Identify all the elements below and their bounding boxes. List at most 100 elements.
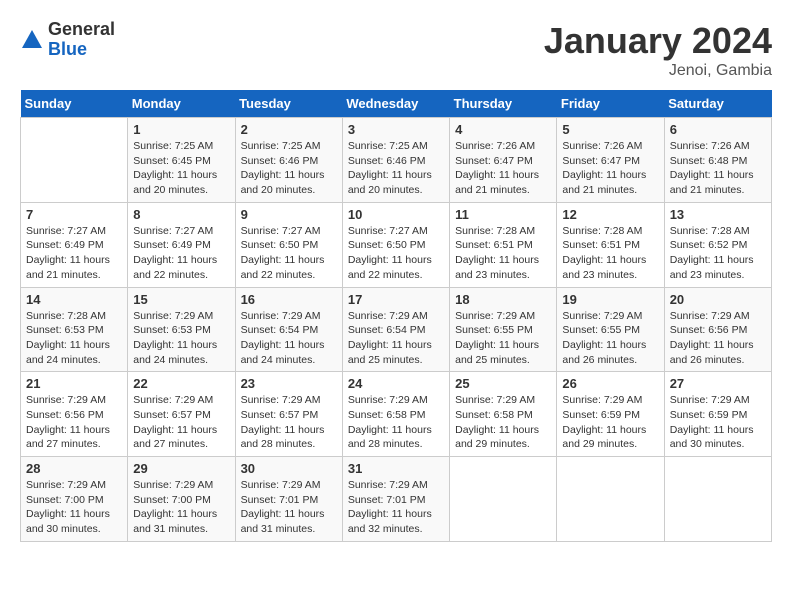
day-info: Sunrise: 7:29 AM Sunset: 6:54 PM Dayligh… [241,309,337,368]
day-info: Sunrise: 7:27 AM Sunset: 6:50 PM Dayligh… [348,224,444,283]
day-number: 14 [26,292,122,307]
logo-general: General [48,20,115,40]
day-info: Sunrise: 7:29 AM Sunset: 6:53 PM Dayligh… [133,309,229,368]
day-info: Sunrise: 7:27 AM Sunset: 6:50 PM Dayligh… [241,224,337,283]
calendar-cell: 26 Sunrise: 7:29 AM Sunset: 6:59 PM Dayli… [557,372,664,457]
day-number: 17 [348,292,444,307]
day-info: Sunrise: 7:28 AM Sunset: 6:51 PM Dayligh… [455,224,551,283]
calendar-cell [450,457,557,542]
day-number: 5 [562,122,658,137]
calendar-cell: 1 Sunrise: 7:25 AM Sunset: 6:45 PM Daylig… [128,118,235,203]
day-number: 19 [562,292,658,307]
day-number: 7 [26,207,122,222]
calendar-cell: 16 Sunrise: 7:29 AM Sunset: 6:54 PM Dayli… [235,287,342,372]
day-info: Sunrise: 7:28 AM Sunset: 6:51 PM Dayligh… [562,224,658,283]
day-number: 16 [241,292,337,307]
day-number: 1 [133,122,229,137]
day-number: 4 [455,122,551,137]
calendar-cell: 5Sunrise: 7:26 AM Sunset: 6:47 PM Daylig… [557,118,664,203]
day-number: 2 [241,122,337,137]
calendar-week-row: 28 Sunrise: 7:29 AM Sunset: 7:00 PM Dayli… [21,457,772,542]
calendar-cell: 13 Sunrise: 7:28 AM Sunset: 6:52 PM Dayli… [664,202,771,287]
weekday-header-saturday: Saturday [664,90,771,118]
day-number: 25 [455,376,551,391]
calendar-cell: 29Sunrise: 7:29 AM Sunset: 7:00 PM Dayli… [128,457,235,542]
calendar-week-row: 14Sunrise: 7:28 AM Sunset: 6:53 PM Dayli… [21,287,772,372]
day-number: 13 [670,207,766,222]
day-info: Sunrise: 7:25 AM Sunset: 6:45 PM Dayligh… [133,139,229,198]
calendar-cell: 17Sunrise: 7:29 AM Sunset: 6:54 PM Dayli… [342,287,449,372]
calendar-cell: 9 Sunrise: 7:27 AM Sunset: 6:50 PM Daylig… [235,202,342,287]
weekday-header-thursday: Thursday [450,90,557,118]
calendar-cell [557,457,664,542]
day-info: Sunrise: 7:29 AM Sunset: 6:58 PM Dayligh… [455,393,551,452]
day-number: 20 [670,292,766,307]
calendar-cell: 14Sunrise: 7:28 AM Sunset: 6:53 PM Dayli… [21,287,128,372]
calendar-cell: 22 Sunrise: 7:29 AM Sunset: 6:57 PM Dayli… [128,372,235,457]
day-number: 29 [133,461,229,476]
day-number: 30 [241,461,337,476]
calendar-cell: 31 Sunrise: 7:29 AM Sunset: 7:01 PM Dayli… [342,457,449,542]
day-info: Sunrise: 7:26 AM Sunset: 6:48 PM Dayligh… [670,139,766,198]
calendar-cell: 8 Sunrise: 7:27 AM Sunset: 6:49 PM Daylig… [128,202,235,287]
day-info: Sunrise: 7:29 AM Sunset: 7:00 PM Dayligh… [26,478,122,537]
day-info: Sunrise: 7:29 AM Sunset: 6:57 PM Dayligh… [133,393,229,452]
day-number: 26 [562,376,658,391]
day-info: Sunrise: 7:27 AM Sunset: 6:49 PM Dayligh… [133,224,229,283]
day-info: Sunrise: 7:25 AM Sunset: 6:46 PM Dayligh… [241,139,337,198]
day-number: 28 [26,461,122,476]
calendar-cell: 10 Sunrise: 7:27 AM Sunset: 6:50 PM Dayli… [342,202,449,287]
calendar-cell: 23Sunrise: 7:29 AM Sunset: 6:57 PM Dayli… [235,372,342,457]
weekday-header-row: SundayMondayTuesdayWednesdayThursdayFrid… [21,90,772,118]
calendar-cell: 12 Sunrise: 7:28 AM Sunset: 6:51 PM Dayli… [557,202,664,287]
weekday-header-friday: Friday [557,90,664,118]
day-number: 9 [241,207,337,222]
day-number: 10 [348,207,444,222]
day-info: Sunrise: 7:29 AM Sunset: 6:55 PM Dayligh… [562,309,658,368]
calendar-cell: 25 Sunrise: 7:29 AM Sunset: 6:58 PM Dayli… [450,372,557,457]
day-number: 11 [455,207,551,222]
day-number: 24 [348,376,444,391]
day-info: Sunrise: 7:28 AM Sunset: 6:52 PM Dayligh… [670,224,766,283]
day-number: 21 [26,376,122,391]
calendar-cell: 3 Sunrise: 7:25 AM Sunset: 6:46 PM Daylig… [342,118,449,203]
calendar-cell: 11 Sunrise: 7:28 AM Sunset: 6:51 PM Dayli… [450,202,557,287]
title-block: January 2024 Jenoi, Gambia [544,20,772,80]
calendar-cell: 7 Sunrise: 7:27 AM Sunset: 6:49 PM Daylig… [21,202,128,287]
calendar-week-row: 1 Sunrise: 7:25 AM Sunset: 6:45 PM Daylig… [21,118,772,203]
day-info: Sunrise: 7:29 AM Sunset: 6:58 PM Dayligh… [348,393,444,452]
calendar-cell: 2 Sunrise: 7:25 AM Sunset: 6:46 PM Daylig… [235,118,342,203]
calendar-table: SundayMondayTuesdayWednesdayThursdayFrid… [20,90,772,542]
logo: General Blue [20,20,115,60]
day-info: Sunrise: 7:25 AM Sunset: 6:46 PM Dayligh… [348,139,444,198]
day-number: 3 [348,122,444,137]
day-info: Sunrise: 7:29 AM Sunset: 6:56 PM Dayligh… [26,393,122,452]
day-number: 15 [133,292,229,307]
day-number: 31 [348,461,444,476]
weekday-header-wednesday: Wednesday [342,90,449,118]
page-header: General Blue January 2024 Jenoi, Gambia [20,20,772,80]
calendar-cell: 19 Sunrise: 7:29 AM Sunset: 6:55 PM Dayli… [557,287,664,372]
day-number: 27 [670,376,766,391]
calendar-cell: 15 Sunrise: 7:29 AM Sunset: 6:53 PM Dayli… [128,287,235,372]
calendar-cell [21,118,128,203]
day-number: 8 [133,207,229,222]
day-info: Sunrise: 7:29 AM Sunset: 6:59 PM Dayligh… [562,393,658,452]
day-number: 12 [562,207,658,222]
day-number: 6 [670,122,766,137]
logo-blue: Blue [48,40,115,60]
day-info: Sunrise: 7:29 AM Sunset: 7:01 PM Dayligh… [348,478,444,537]
calendar-cell [664,457,771,542]
weekday-header-sunday: Sunday [21,90,128,118]
calendar-cell: 4 Sunrise: 7:26 AM Sunset: 6:47 PM Daylig… [450,118,557,203]
calendar-cell: 21 Sunrise: 7:29 AM Sunset: 6:56 PM Dayli… [21,372,128,457]
day-info: Sunrise: 7:27 AM Sunset: 6:49 PM Dayligh… [26,224,122,283]
day-info: Sunrise: 7:29 AM Sunset: 6:57 PM Dayligh… [241,393,337,452]
calendar-cell: 28 Sunrise: 7:29 AM Sunset: 7:00 PM Dayli… [21,457,128,542]
month-title: January 2024 [544,20,772,62]
day-info: Sunrise: 7:29 AM Sunset: 7:01 PM Dayligh… [241,478,337,537]
day-info: Sunrise: 7:29 AM Sunset: 6:55 PM Dayligh… [455,309,551,368]
day-info: Sunrise: 7:29 AM Sunset: 6:56 PM Dayligh… [670,309,766,368]
day-number: 22 [133,376,229,391]
day-info: Sunrise: 7:26 AM Sunset: 6:47 PM Dayligh… [455,139,551,198]
